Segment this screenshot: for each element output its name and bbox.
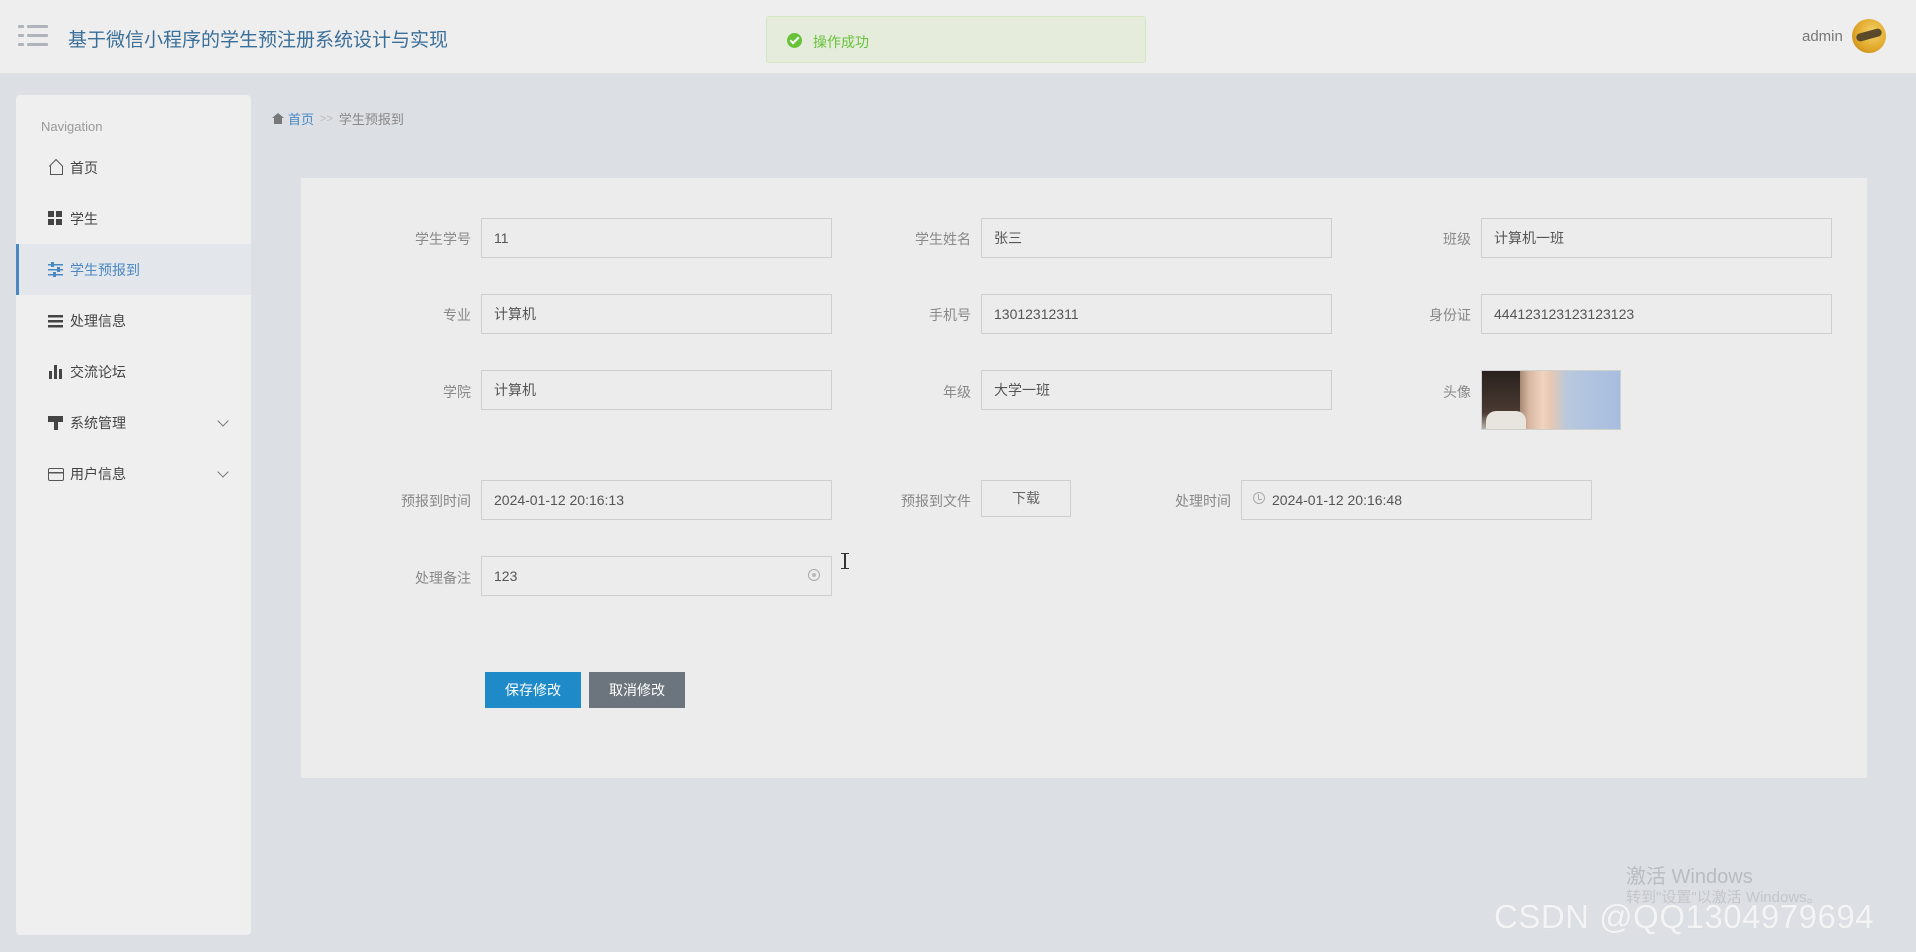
sliders-icon xyxy=(48,261,64,278)
windows-activation-watermark: 激活 Windows xyxy=(1626,866,1753,888)
clear-icon[interactable] xyxy=(808,569,820,581)
breadcrumb-home[interactable]: 首页 xyxy=(288,109,314,128)
id-card-field[interactable] xyxy=(1481,294,1832,334)
id-card-label: 身份证 xyxy=(1429,307,1471,323)
sidebar-item-label: 学生 xyxy=(70,210,98,227)
user-avatar[interactable] xyxy=(1852,19,1886,53)
process-time-field[interactable] xyxy=(1241,480,1592,520)
check-circle-icon xyxy=(787,33,802,48)
avatar-image[interactable] xyxy=(1481,370,1621,430)
sidebar-item-forum[interactable]: 交流论坛 xyxy=(16,346,251,397)
sidebar: Navigation 首页 学生 学生预报到 处理信息 交流论坛 系统管理 用户… xyxy=(16,95,251,935)
class-field[interactable] xyxy=(1481,218,1832,258)
student-id-field[interactable] xyxy=(481,218,832,258)
major-field[interactable] xyxy=(481,294,832,334)
list-icon xyxy=(48,312,64,329)
grade-field[interactable] xyxy=(981,370,1332,410)
sidebar-item-label: 交流论坛 xyxy=(70,363,126,380)
grade-label: 年级 xyxy=(943,384,971,400)
sidebar-item-students[interactable]: 学生 xyxy=(16,193,251,244)
app-title: 基于微信小程序的学生预注册系统设计与实现 xyxy=(68,30,449,51)
chevron-down-icon xyxy=(217,415,229,427)
sidebar-item-label: 用户信息 xyxy=(70,465,126,482)
home-icon xyxy=(48,160,64,176)
top-header: 基于微信小程序的学生预注册系统设计与实现 操作成功 admin xyxy=(0,0,1916,74)
sidebar-item-system[interactable]: 系统管理 xyxy=(16,397,251,448)
breadcrumb: 首页 >> 学生预报到 xyxy=(272,109,404,128)
sidebar-item-prereg[interactable]: 学生预报到 xyxy=(16,244,251,295)
breadcrumb-current: 学生预报到 xyxy=(338,112,404,127)
sidebar-item-label: 处理信息 xyxy=(70,312,126,329)
sidebar-item-label: 系统管理 xyxy=(70,414,126,431)
cancel-button[interactable]: 取消修改 xyxy=(589,672,685,708)
student-name-label: 学生姓名 xyxy=(915,231,971,247)
home-icon xyxy=(272,113,284,124)
process-time-label: 处理时间 xyxy=(1175,493,1231,509)
process-note-field[interactable] xyxy=(481,556,832,596)
nav-heading: Navigation xyxy=(41,119,103,134)
phone-label: 手机号 xyxy=(929,307,971,323)
breadcrumb-separator: >> xyxy=(320,112,333,125)
prereg-time-field[interactable] xyxy=(481,480,832,520)
sidebar-item-userinfo[interactable]: 用户信息 xyxy=(16,448,251,499)
csdn-watermark: CSDN @QQ1304979694 xyxy=(1494,898,1875,935)
card-icon xyxy=(48,468,64,481)
user-name[interactable]: admin xyxy=(1802,28,1843,45)
save-button[interactable]: 保存修改 xyxy=(485,672,581,708)
prereg-time-label: 预报到时间 xyxy=(401,493,471,509)
college-field[interactable] xyxy=(481,370,832,410)
form-panel: 学生学号 学生姓名 班级 专业 手机号 身份证 学院 年级 头像 预报到时间 预… xyxy=(301,178,1867,778)
student-name-field[interactable] xyxy=(981,218,1332,258)
brush-icon xyxy=(48,414,64,431)
chevron-down-icon xyxy=(217,466,229,478)
text-cursor-icon xyxy=(841,553,849,569)
grid-icon xyxy=(48,210,64,227)
sidebar-item-home[interactable]: 首页 xyxy=(16,142,251,193)
success-toast: 操作成功 xyxy=(766,16,1146,63)
process-note-label: 处理备注 xyxy=(415,570,471,586)
class-label: 班级 xyxy=(1443,231,1471,247)
sidebar-item-label: 学生预报到 xyxy=(70,261,140,278)
prereg-file-label: 预报到文件 xyxy=(901,493,971,509)
download-button[interactable]: 下载 xyxy=(981,480,1071,517)
major-label: 专业 xyxy=(443,307,471,323)
bar-chart-icon xyxy=(48,363,64,380)
avatar-label: 头像 xyxy=(1443,384,1471,400)
student-id-label: 学生学号 xyxy=(415,231,471,247)
hamburger-icon[interactable] xyxy=(18,25,48,47)
clock-icon xyxy=(1253,492,1265,504)
phone-field[interactable] xyxy=(981,294,1332,334)
toast-message: 操作成功 xyxy=(813,34,869,50)
college-label: 学院 xyxy=(443,384,471,400)
sidebar-item-label: 首页 xyxy=(70,159,98,176)
sidebar-item-processing[interactable]: 处理信息 xyxy=(16,295,251,346)
